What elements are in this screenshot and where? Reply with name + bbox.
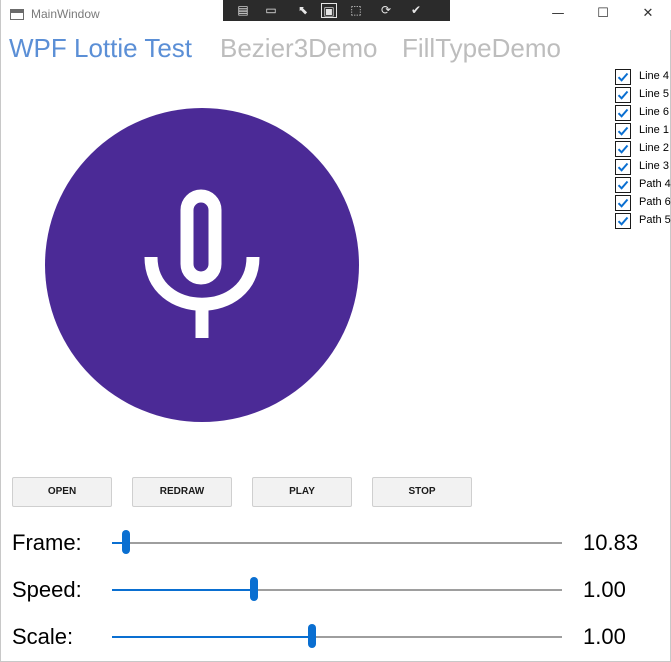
speed-value: 1.00 <box>583 577 626 602</box>
app-window-icon <box>10 9 24 20</box>
frame-slider-row: Frame: 10.83 <box>1 522 671 562</box>
layer-checkbox[interactable] <box>615 159 631 175</box>
layer-item[interactable]: Path 4 <box>615 176 671 194</box>
hot-reload-icon[interactable]: ⟳ <box>378 3 394 18</box>
redraw-button[interactable]: REDRAW <box>132 477 232 507</box>
layer-label: Line 1 <box>639 124 669 136</box>
layer-checkbox[interactable] <box>615 123 631 139</box>
speed-slider-thumb[interactable] <box>249 577 258 601</box>
speed-slider-fill <box>112 589 254 591</box>
record-icon[interactable]: ▭ <box>263 3 279 18</box>
layer-checkbox[interactable] <box>615 213 631 229</box>
speed-label: Speed: <box>12 577 82 602</box>
tab-filltypedemo[interactable]: FillTypeDemo <box>402 33 561 64</box>
scale-slider-thumb[interactable] <box>308 624 317 648</box>
frame-value: 10.83 <box>583 530 639 555</box>
frame-slider[interactable] <box>112 530 562 554</box>
speed-slider[interactable] <box>112 577 562 601</box>
layer-item[interactable]: Line 5 <box>615 86 671 104</box>
layer-label: Path 4 <box>639 178 671 190</box>
layer-checkbox[interactable] <box>615 141 631 157</box>
main-window: MainWindow ▤ ▭ ⬉ ▣ ⬚ ⟳ ✔ — ☐ ✕ WPF Lotti… <box>0 0 671 662</box>
maximize-button[interactable]: ☐ <box>589 3 617 25</box>
layer-checkbox[interactable] <box>615 87 631 103</box>
frame-label: Frame: <box>12 530 82 555</box>
display-layout-adorners-icon[interactable]: ▣ <box>321 3 337 18</box>
layer-item[interactable]: Line 6 <box>615 104 671 122</box>
layer-item[interactable]: Line 4 <box>615 68 671 86</box>
play-button[interactable]: PLAY <box>252 477 352 507</box>
layer-checkbox[interactable] <box>615 177 631 193</box>
layer-item[interactable]: Path 6 <box>615 194 671 212</box>
layer-item[interactable]: Line 2 <box>615 140 671 158</box>
layer-item[interactable]: Line 3 <box>615 158 671 176</box>
title-bar: MainWindow ▤ ▭ ⬉ ▣ ⬚ ⟳ ✔ — ☐ ✕ <box>1 0 671 30</box>
scale-slider[interactable] <box>112 624 562 648</box>
select-element-icon[interactable]: ⬉ <box>295 3 311 18</box>
layer-label: Line 3 <box>639 160 669 172</box>
window-title: MainWindow <box>31 7 100 21</box>
layer-label: Line 6 <box>639 106 669 118</box>
layer-label: Line 2 <box>639 142 669 154</box>
checkmark-circle-icon[interactable]: ✔ <box>408 3 424 18</box>
track-focus-icon[interactable]: ⬚ <box>348 3 364 18</box>
animation-circle <box>45 108 359 422</box>
stop-button[interactable]: STOP <box>372 477 472 507</box>
minimize-button[interactable]: — <box>544 3 572 25</box>
scale-value: 1.00 <box>583 624 626 649</box>
layer-checkbox[interactable] <box>615 105 631 121</box>
layer-checkbox[interactable] <box>615 195 631 211</box>
layer-label: Line 5 <box>639 88 669 100</box>
layer-item[interactable]: Line 1 <box>615 122 671 140</box>
scale-slider-row: Scale: 1.00 <box>1 616 671 656</box>
layer-label: Path 5 <box>639 214 671 226</box>
speed-slider-row: Speed: 1.00 <box>1 569 671 609</box>
live-visual-tree-icon[interactable]: ▤ <box>235 3 251 18</box>
close-button[interactable]: ✕ <box>634 3 662 25</box>
wpf-debug-toolbar: ▤ ▭ ⬉ ▣ ⬚ ⟳ ✔ <box>223 0 450 21</box>
tab-wpf-lottie-test[interactable]: WPF Lottie Test <box>9 33 192 64</box>
tab-bezier3demo[interactable]: Bezier3Demo <box>220 33 378 64</box>
scale-slider-fill <box>112 636 313 638</box>
layer-item[interactable]: Path 5 <box>615 212 671 230</box>
scale-label: Scale: <box>12 624 74 649</box>
frame-slider-thumb[interactable] <box>121 530 130 554</box>
layer-checkbox[interactable] <box>615 69 631 85</box>
layer-label: Path 6 <box>639 196 671 208</box>
lottie-animation-view <box>45 108 359 422</box>
open-button[interactable]: OPEN <box>12 477 112 507</box>
layer-label: Line 4 <box>639 70 669 82</box>
